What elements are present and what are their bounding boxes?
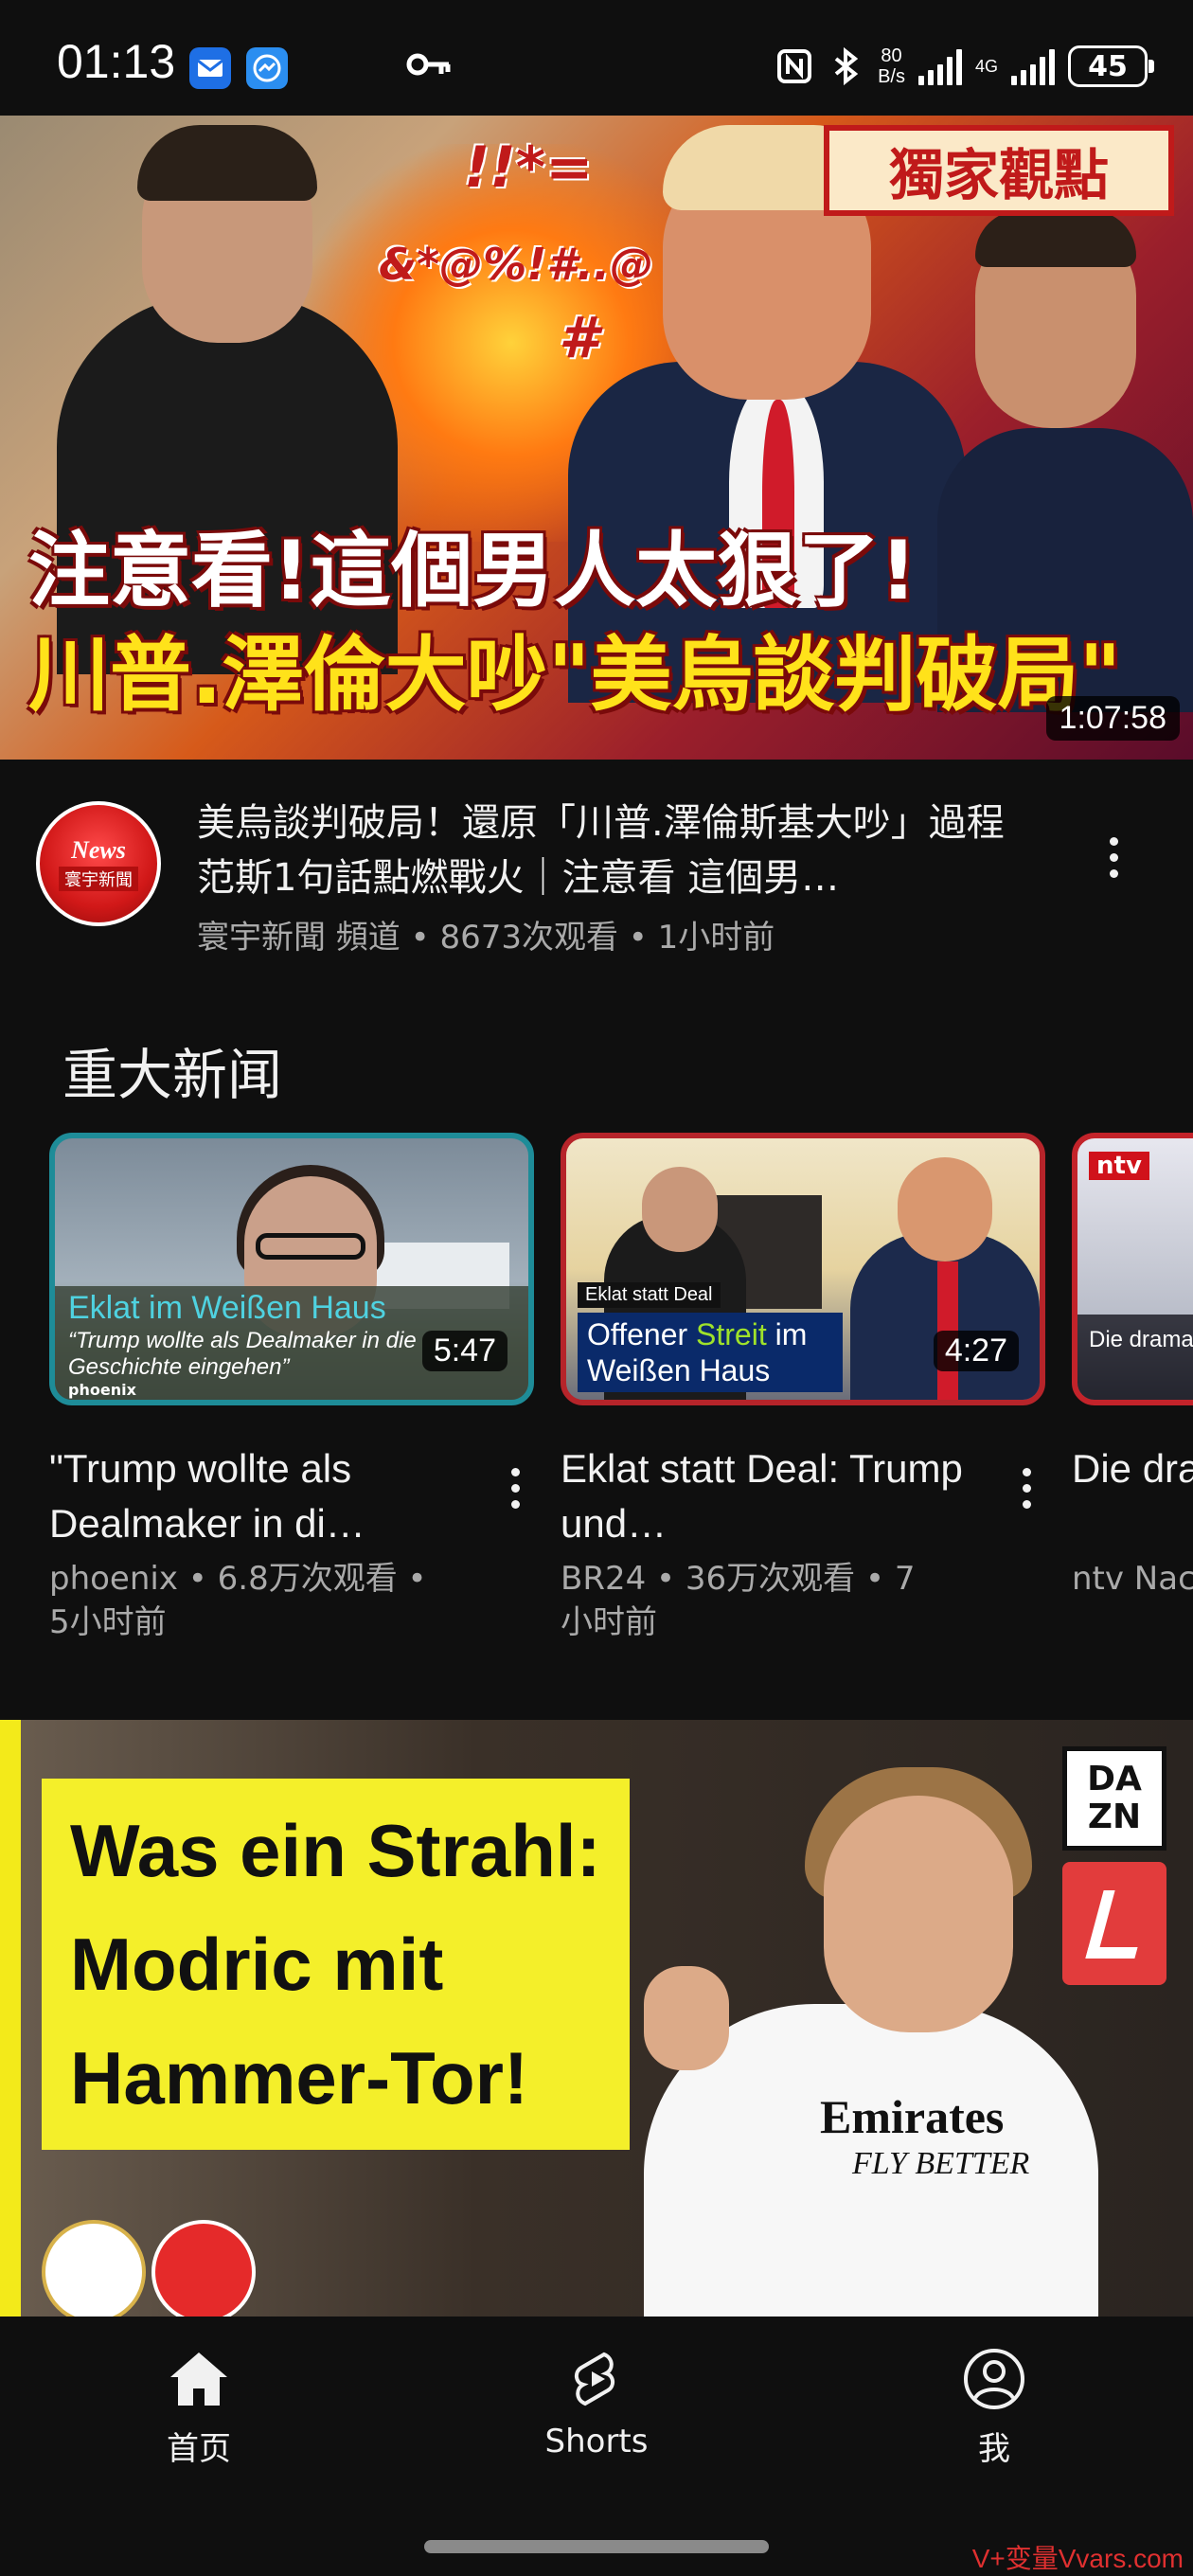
video-duration: 5:47	[421, 1331, 507, 1371]
card-thumbnail[interactable]: Eklat im Weißen Haus “Trump wollte als D…	[49, 1133, 534, 1405]
thumb-label-2b: Streit	[696, 1317, 767, 1351]
shorts-icon	[575, 2352, 614, 2406]
nav-home[interactable]: 首页	[104, 2345, 294, 2496]
net-speed-unit: B/s	[878, 66, 905, 87]
dazn-logo-bottom: ZN	[1087, 1798, 1142, 1836]
thumb-label-2a: Offener	[587, 1317, 697, 1351]
club-crest-2	[151, 2220, 256, 2317]
news-card[interactable]: Eklat im Weißen Haus “Trump wollte als D…	[49, 1133, 534, 1641]
news-card[interactable]: Eklat statt Deal Offener Streit im Weiße…	[561, 1133, 1045, 1641]
thumb-caption-3: phoenix	[68, 1381, 136, 1399]
gesture-bar[interactable]	[424, 2540, 769, 2553]
nav-account[interactable]: 我	[899, 2345, 1089, 2496]
league-logo	[1062, 1862, 1166, 1985]
dazn-logo: DA ZN	[1062, 1746, 1166, 1851]
headline-line-1: Was ein Strahl:	[70, 1809, 601, 1892]
nav-home-label: 首页	[167, 2430, 231, 2468]
thumbnail-headline-1: 注意看!這個男人太狠了!	[28, 524, 917, 618]
watermark: V+变量Vvars.com	[971, 2544, 1184, 2573]
card-meta: BR24 • 36万次观看 • 7小时前	[561, 1560, 916, 1641]
news-card[interactable]: ntv Die drama Abreise na Die dra Minute …	[1072, 1133, 1193, 1598]
avatar-logo-bottom: 寰宇新聞	[59, 867, 138, 891]
section-title: 重大新闻	[62, 1043, 283, 1107]
card-thumbnail[interactable]: Eklat statt Deal Offener Streit im Weiße…	[561, 1133, 1045, 1405]
card-meta: phoenix • 6.8万次观看 • 5小时前	[49, 1560, 427, 1641]
bluetooth-icon	[827, 45, 864, 87]
news-shelf[interactable]: Eklat im Weißen Haus “Trump wollte als D…	[0, 1133, 1193, 1663]
person-b-head	[898, 1157, 992, 1261]
home-icon	[170, 2352, 227, 2406]
card-title[interactable]: Die dra Minute	[1072, 1441, 1193, 1496]
card-title[interactable]: "Trump wollte als Dealmaker in di…	[49, 1441, 456, 1551]
video-title[interactable]: 美烏談判破局！還原「川普.澤倫斯基大吵」過程 范斯1句話點燃戰火｜注意看 這個男…	[197, 796, 1030, 905]
headline-line-2: Modric mit	[70, 1923, 444, 2006]
symbol-text-1: !!*=	[464, 134, 594, 201]
more-options-icon[interactable]	[1095, 824, 1132, 890]
thumb-caption: Die drama Abreise na	[1077, 1315, 1193, 1400]
net-speed-value: 80	[881, 45, 902, 66]
symbol-text-3: #	[559, 305, 598, 371]
bottom-navigation: 首页 Shorts 我	[0, 2317, 1193, 2576]
club-crest-1	[42, 2220, 146, 2317]
network-type: 4G	[974, 56, 998, 76]
net-speed: 80 B/s	[878, 45, 905, 87]
battery-icon: 45	[1068, 45, 1154, 87]
main-video-meta[interactable]: News 寰宇新聞 美烏談判破局！還原「川普.澤倫斯基大吵」過程 范斯1句話點燃…	[0, 796, 1193, 966]
dazn-logo-top: DA	[1087, 1760, 1142, 1798]
signal-icon	[917, 47, 962, 85]
card-thumbnail[interactable]: ntv Die drama Abreise na	[1072, 1133, 1193, 1405]
thumb-label-1: Eklat statt Deal	[578, 1282, 721, 1308]
ntv-logo: ntv	[1089, 1152, 1149, 1180]
symbol-text-2: &*@%!#..@	[379, 239, 654, 290]
card-meta: ntv Nac 万次观看	[1072, 1560, 1193, 1598]
player-fist	[644, 1966, 729, 2070]
status-time: 01:13	[57, 35, 176, 88]
more-options-icon[interactable]	[1007, 1455, 1045, 1521]
headline-box: Was ein Strahl: Modric mit Hammer-Tor!	[42, 1779, 630, 2150]
jersey-slogan: FLY BETTER	[852, 2146, 1030, 2181]
account-icon	[964, 2349, 1024, 2409]
messenger-icon	[246, 47, 288, 89]
video-duration: 1:07:58	[1045, 696, 1180, 741]
mail-icon	[189, 47, 231, 89]
thumb-caption-2: “Trump wollte als Dealmaker in die Gesch…	[68, 1328, 417, 1380]
person-a-head	[642, 1167, 718, 1252]
glasses-graphic	[256, 1233, 365, 1260]
more-options-icon[interactable]	[496, 1455, 534, 1521]
thumb-label-2: Offener Streit im Weißen Haus	[578, 1313, 843, 1392]
person-left-hair	[137, 125, 317, 201]
vpn-key-icon	[405, 45, 453, 83]
thumbnail-headline-2: 川普.澤倫大吵"美烏談判破局"	[28, 628, 1122, 723]
status-bar: 01:13 80 B/s 4G 45	[0, 0, 1193, 116]
second-video-thumbnail[interactable]: Was ein Strahl: Modric mit Hammer-Tor! E…	[0, 1720, 1193, 2317]
nav-shorts-label: Shorts	[544, 2423, 649, 2460]
player-head	[824, 1796, 1013, 2032]
channel-avatar[interactable]: News 寰宇新聞	[36, 801, 161, 926]
accent-stripe	[0, 1720, 21, 2317]
headline-line-3: Hammer-Tor!	[70, 2036, 528, 2120]
nfc-icon	[775, 45, 813, 87]
main-video-thumbnail[interactable]: !!*= &*@%!#..@ # 獨家觀點 注意看!這個男人太狠了! 川普.澤倫…	[0, 116, 1193, 760]
thumb-caption-1: Eklat im Weißen Haus	[68, 1290, 386, 1326]
signal-icon-2	[1011, 47, 1055, 85]
person-right-hair	[975, 210, 1136, 267]
avatar-logo-top: News	[71, 836, 126, 864]
jersey-sponsor: Emirates	[820, 2090, 1005, 2143]
nav-account-label: 我	[978, 2430, 1010, 2468]
video-subtitle: 寰宇新聞 頻道 • 8673次观看 • 1小时前	[197, 919, 775, 957]
video-duration: 4:27	[933, 1331, 1019, 1371]
exclusive-badge: 獨家觀點	[824, 125, 1174, 216]
nav-shorts[interactable]: Shorts	[502, 2345, 691, 2496]
card-title[interactable]: Eklat statt Deal: Trump und…	[561, 1441, 968, 1551]
